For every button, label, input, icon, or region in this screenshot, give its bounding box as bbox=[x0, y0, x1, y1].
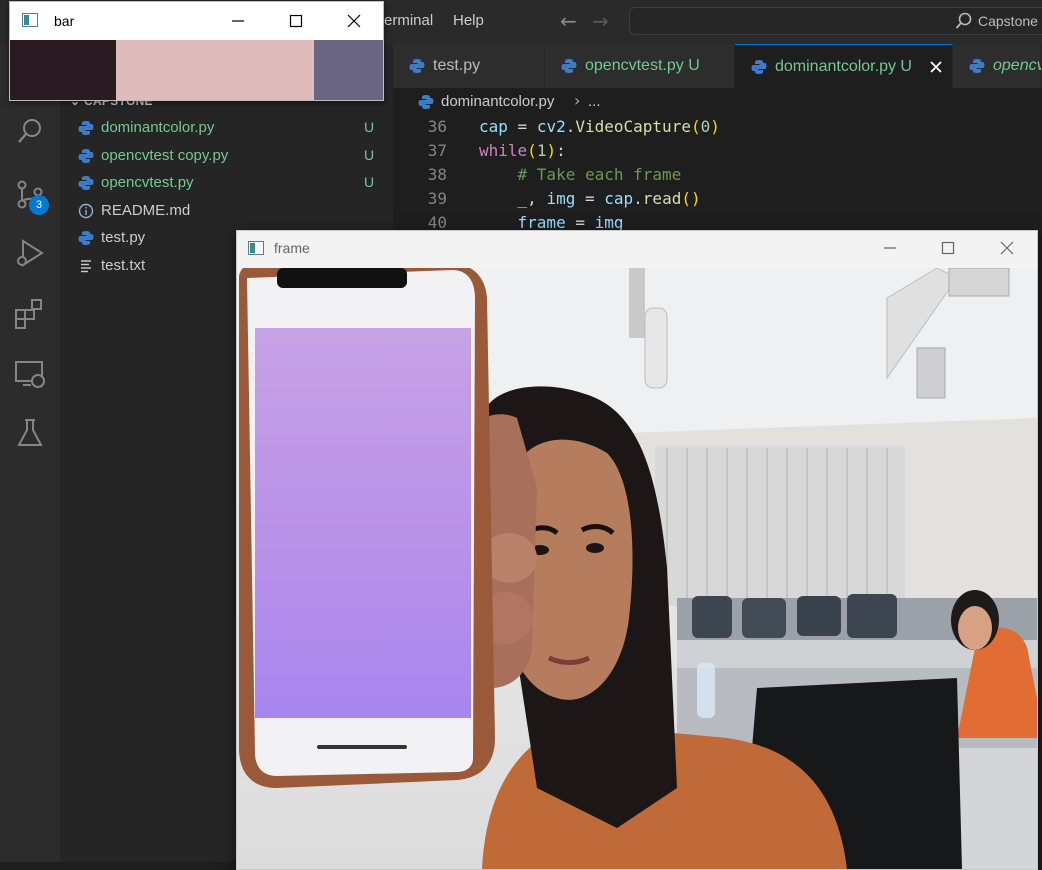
window-title: frame bbox=[274, 240, 310, 256]
tab-test-py[interactable]: test.py bbox=[393, 44, 545, 88]
scm-count-badge: 3 bbox=[29, 195, 49, 215]
python-icon bbox=[78, 149, 94, 163]
code-text: frame = img bbox=[517, 213, 624, 230]
untracked-badge: U bbox=[364, 119, 375, 135]
line-number: 40 bbox=[427, 213, 447, 230]
purple-color-page bbox=[255, 328, 471, 718]
close-icon[interactable] bbox=[997, 238, 1017, 258]
file-item[interactable]: opencvtest copy.py U bbox=[60, 143, 393, 170]
chevron-right-icon: › bbox=[574, 91, 581, 110]
code-text: while(1): bbox=[479, 141, 566, 160]
window-title: bar bbox=[54, 13, 75, 29]
file-name: test.txt bbox=[101, 257, 146, 274]
minimize-icon[interactable] bbox=[228, 11, 248, 31]
minimize-icon[interactable] bbox=[880, 238, 900, 258]
file-item[interactable]: dominantcolor.py U bbox=[60, 115, 393, 142]
search-icon bbox=[955, 12, 972, 29]
line-number: 37 bbox=[427, 141, 447, 160]
maximize-icon[interactable] bbox=[286, 11, 306, 31]
forward-arrow-icon[interactable]: → bbox=[592, 9, 609, 33]
line-number: 39 bbox=[427, 189, 447, 208]
menu-help[interactable]: Help bbox=[453, 12, 484, 29]
testing-flask-icon[interactable] bbox=[13, 416, 47, 450]
tab-opencvtest-py[interactable]: opencvtest.py U bbox=[545, 44, 735, 88]
code-line[interactable]: 37 while(1): bbox=[393, 139, 1042, 163]
file-name: opencvtest.py bbox=[101, 174, 194, 191]
tab-label: test.py bbox=[433, 57, 481, 74]
tab-label: opencv bbox=[993, 57, 1042, 74]
code-line[interactable]: 39 _, img = cap.read() bbox=[393, 187, 1042, 211]
color-swatch bbox=[116, 40, 314, 100]
close-icon[interactable] bbox=[928, 59, 944, 75]
file-name: test.py bbox=[101, 229, 146, 246]
info-icon bbox=[78, 203, 94, 219]
python-icon bbox=[561, 59, 577, 73]
tab-opencv-truncated[interactable]: opencv bbox=[953, 44, 1042, 88]
code-text: _, img = cap.read() bbox=[517, 189, 701, 208]
python-icon bbox=[418, 95, 434, 109]
frame-window[interactable]: frame bbox=[236, 230, 1038, 870]
python-icon bbox=[78, 231, 94, 245]
tab-label: dominantcolor.py U bbox=[775, 58, 912, 75]
untracked-badge: U bbox=[364, 174, 375, 190]
app-window-icon bbox=[248, 241, 264, 255]
color-swatch bbox=[313, 40, 383, 100]
file-name: dominantcolor.py bbox=[101, 119, 215, 136]
back-arrow-icon[interactable]: ← bbox=[560, 9, 577, 33]
tab-label: opencvtest.py U bbox=[585, 57, 700, 74]
python-icon bbox=[409, 59, 425, 73]
breadcrumb-more[interactable]: ... bbox=[588, 93, 601, 110]
code-line[interactable]: 40 frame = img bbox=[393, 211, 1042, 230]
maximize-icon[interactable] bbox=[938, 238, 958, 258]
close-icon[interactable] bbox=[344, 11, 364, 31]
color-swatch bbox=[10, 40, 117, 100]
code-line[interactable]: 36 cap = cv2.VideoCapture(0) bbox=[393, 115, 1042, 139]
menu-terminal[interactable]: erminal bbox=[384, 12, 433, 29]
code-text: # Take each frame bbox=[479, 165, 682, 184]
file-item[interactable]: README.md bbox=[60, 198, 393, 225]
code-line[interactable]: 38 # Take each frame bbox=[393, 163, 1042, 187]
remote-explorer-icon[interactable] bbox=[13, 357, 47, 391]
file-item[interactable]: opencvtest.py U bbox=[60, 170, 393, 197]
dominant-color-bar bbox=[10, 40, 383, 100]
line-number: 38 bbox=[427, 165, 447, 184]
python-icon bbox=[969, 59, 985, 73]
webcam-frame-image bbox=[237, 268, 1037, 869]
python-icon bbox=[78, 121, 94, 135]
file-name: opencvtest copy.py bbox=[101, 147, 229, 164]
extensions-icon[interactable] bbox=[13, 297, 47, 331]
explorer-search-icon[interactable] bbox=[13, 114, 47, 148]
activity-bar bbox=[0, 44, 60, 862]
text-file-icon bbox=[81, 260, 91, 273]
app-window-icon bbox=[22, 13, 38, 27]
bar-window[interactable]: bar bbox=[9, 1, 384, 101]
code-text: cap = cv2.VideoCapture(0) bbox=[479, 117, 720, 136]
breadcrumb-file[interactable]: dominantcolor.py bbox=[441, 93, 554, 110]
python-icon bbox=[78, 176, 94, 190]
search-text: Capstone bbox=[978, 13, 1038, 29]
python-icon bbox=[751, 60, 767, 74]
run-debug-icon[interactable] bbox=[13, 236, 47, 270]
file-name: README.md bbox=[101, 202, 191, 219]
line-number: 36 bbox=[427, 117, 447, 136]
tab-dominantcolor-py[interactable]: dominantcolor.py U bbox=[735, 44, 953, 88]
untracked-badge: U bbox=[364, 147, 375, 163]
